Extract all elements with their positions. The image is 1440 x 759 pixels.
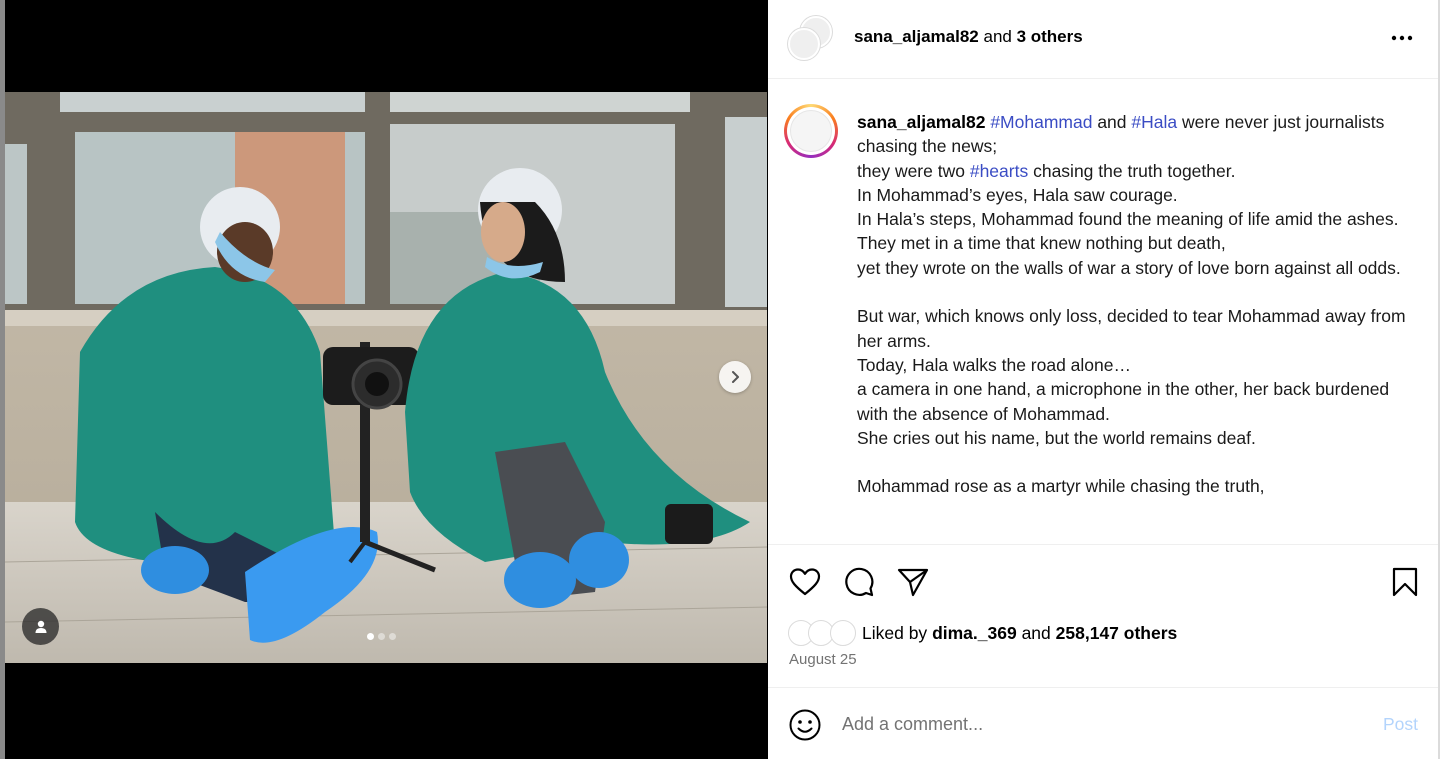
post-header: sana_aljamal82 and 3 others	[768, 0, 1438, 79]
post-media-panel	[0, 0, 768, 759]
likes-count[interactable]: 258,147 others	[1056, 623, 1178, 643]
avatar	[788, 28, 820, 60]
save-button[interactable]	[1388, 565, 1422, 599]
user-tag-icon	[35, 620, 46, 633]
photo-image	[5, 92, 767, 663]
caption-avatar[interactable]	[784, 104, 838, 158]
caption-line: They met in a time that knew nothing but…	[857, 233, 1226, 254]
caption-line: Mohammad rose as a martyr while chasing …	[857, 476, 1265, 497]
comment-icon	[845, 567, 874, 597]
caption-fragment: chasing the truth together.	[1033, 160, 1236, 181]
next-slide-button[interactable]	[719, 361, 751, 393]
collab-avatars[interactable]	[788, 16, 834, 62]
comment-button[interactable]	[842, 565, 876, 599]
authors-connector: and	[978, 27, 1017, 46]
comment-input[interactable]	[842, 710, 1342, 738]
post-photo[interactable]	[5, 92, 767, 663]
caption-gap	[857, 450, 1422, 474]
liker-username[interactable]: dima._369	[932, 623, 1017, 643]
more-options-button[interactable]	[1388, 26, 1416, 50]
comment-composer: Post	[768, 687, 1438, 759]
emoji-icon	[789, 709, 821, 741]
caption-line: a camera in one hand, a microphone in th…	[857, 379, 1390, 424]
caption-gap	[857, 280, 1422, 304]
hashtag-link[interactable]: #Mohammad	[990, 112, 1092, 132]
author-username[interactable]: sana_aljamal82	[854, 27, 979, 46]
likes-summary[interactable]: Liked by dima._369 and 258,147 others	[788, 619, 1177, 647]
post-actions: Liked by dima._369 and 258,147 others Au…	[768, 544, 1438, 687]
collaborators-link[interactable]: 3 others	[1017, 27, 1083, 46]
caption-fragment: and	[1097, 112, 1127, 132]
carousel-dot	[378, 633, 385, 640]
tagged-users-button[interactable]	[22, 608, 59, 645]
hashtag-link[interactable]: #hearts	[970, 161, 1028, 181]
share-icon	[897, 568, 929, 597]
avatar	[830, 620, 856, 646]
bookmark-icon	[1392, 567, 1418, 597]
post-details-panel: sana_aljamal82 and 3 others sana_aljamal…	[768, 0, 1440, 759]
caption-line: In Mohammad’s eyes, Hala saw courage.	[857, 184, 1178, 205]
liker-avatars	[788, 620, 858, 646]
caption-line: In Hala’s steps, Mohammad found the mean…	[857, 209, 1399, 230]
caption-fragment: they were two	[857, 160, 965, 181]
caption-line: sana_aljamal82 #Mohammad and #Hala were …	[857, 110, 1422, 159]
caption-line: But war, which knows only loss, decided …	[857, 306, 1406, 351]
caption-username[interactable]: sana_aljamal82	[857, 112, 985, 132]
caption-line: they were two #hearts chasing the truth …	[857, 159, 1422, 183]
likes-connector: and	[1021, 622, 1051, 643]
carousel-indicator	[367, 633, 396, 640]
likes-prefix: Liked by	[862, 622, 928, 643]
hashtag-link[interactable]: #Hala	[1131, 112, 1177, 132]
like-button[interactable]	[788, 565, 822, 599]
chevron-right-icon	[732, 371, 739, 383]
post-comment-button[interactable]: Post	[1383, 714, 1418, 735]
more-horizontal-icon	[1391, 35, 1413, 41]
carousel-dot	[389, 633, 396, 640]
caption-line: Today, Hala walks the road alone…	[857, 354, 1131, 375]
caption-line: yet they wrote on the walls of war a sto…	[857, 257, 1401, 278]
heart-icon	[789, 568, 821, 596]
likes-text: Liked by dima._369 and 258,147 others	[862, 623, 1177, 644]
post-authors: sana_aljamal82 and 3 others	[854, 27, 1083, 47]
carousel-dot	[367, 633, 374, 640]
caption-text: sana_aljamal82 #Mohammad and #Hala were …	[857, 110, 1422, 499]
caption-section: sana_aljamal82 #Mohammad and #Hala were …	[768, 80, 1438, 544]
post-date[interactable]: August 25	[789, 651, 857, 668]
caption-line: She cries out his name, but the world re…	[857, 427, 1256, 448]
share-button[interactable]	[896, 565, 930, 599]
emoji-button[interactable]	[788, 708, 822, 742]
